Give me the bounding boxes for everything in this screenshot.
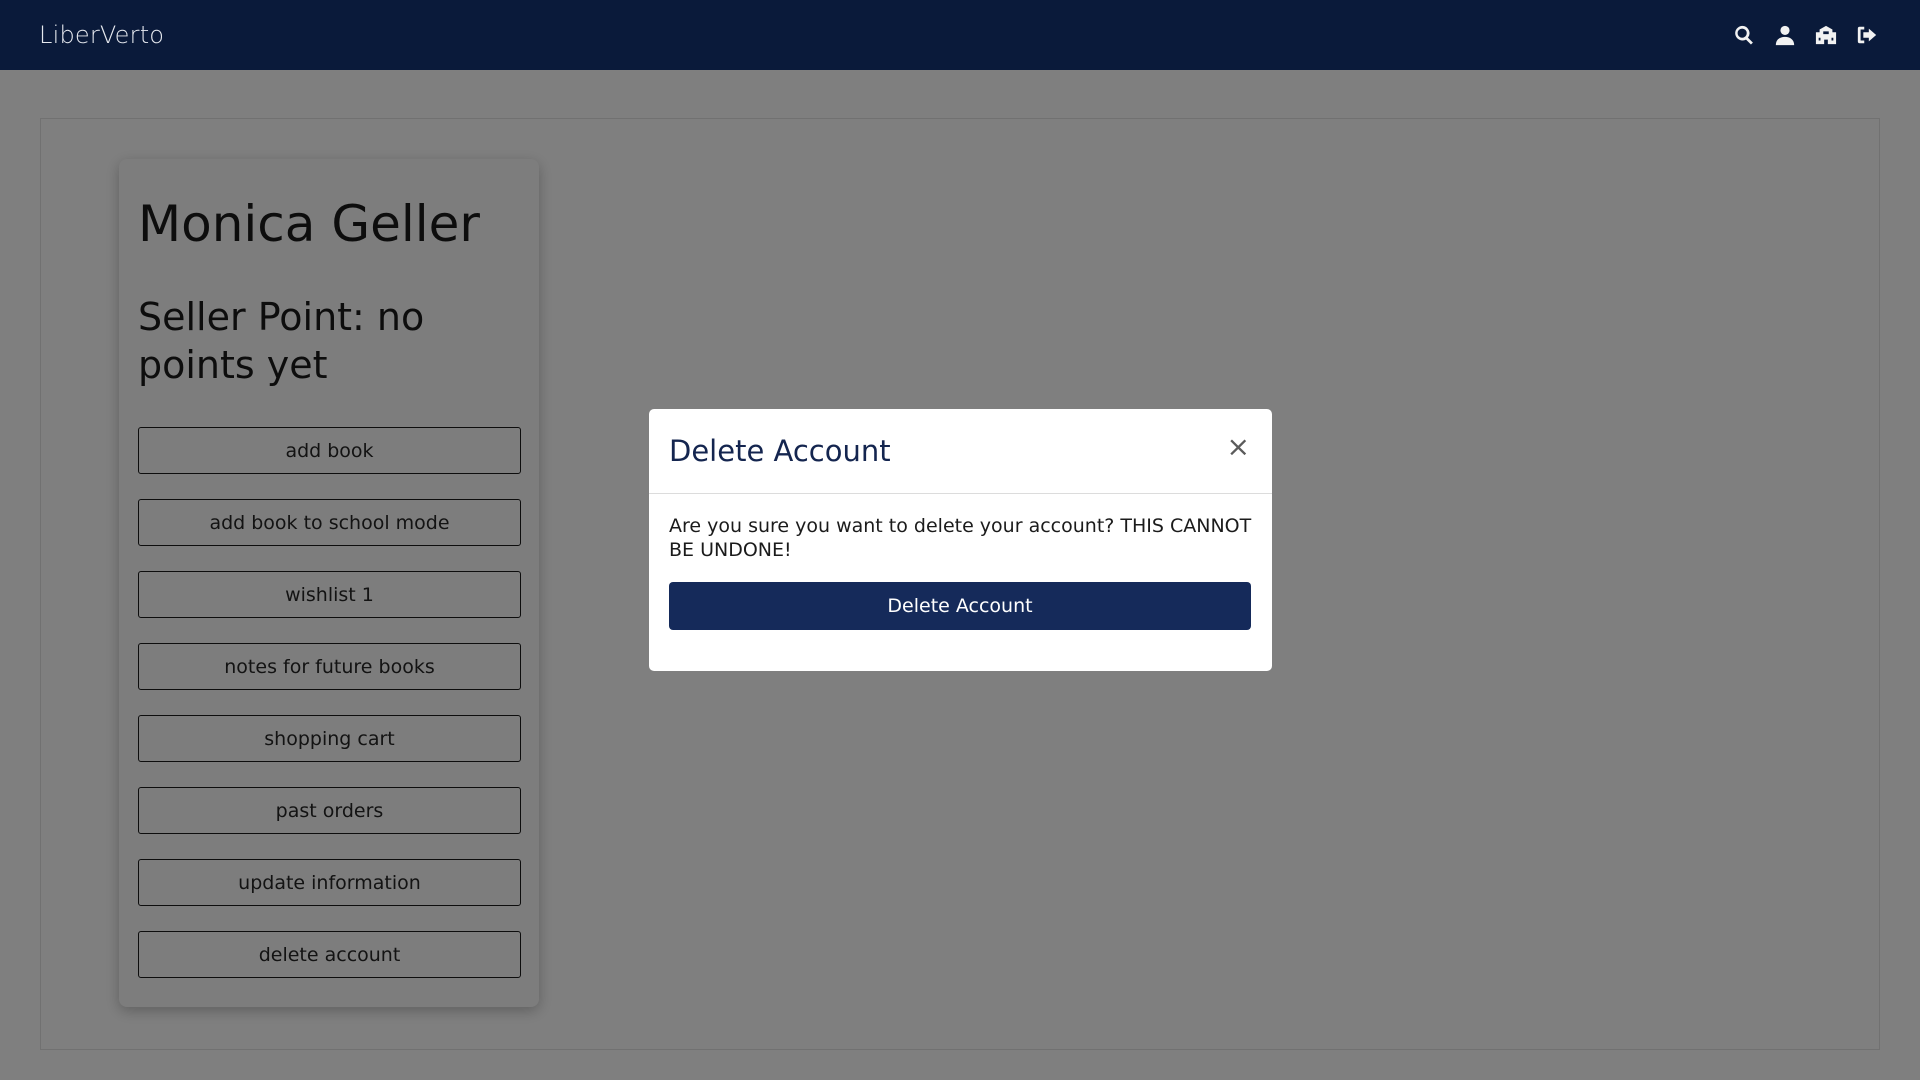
close-icon[interactable]: × — [1227, 433, 1250, 461]
modal-body: Are you sure you want to delete your acc… — [649, 494, 1272, 630]
delete-account-modal: Delete Account × Are you sure you want t… — [649, 409, 1272, 671]
school-icon[interactable] — [1815, 24, 1837, 46]
search-icon[interactable] — [1733, 24, 1755, 46]
top-navbar: LiberVerto — [0, 0, 1920, 70]
user-icon[interactable] — [1774, 24, 1796, 46]
modal-header: Delete Account × — [649, 409, 1272, 494]
sign-out-icon[interactable] — [1856, 24, 1878, 46]
confirm-delete-account-button[interactable]: Delete Account — [669, 582, 1251, 630]
brand-logo[interactable]: LiberVerto — [39, 21, 164, 49]
modal-title: Delete Account — [669, 434, 891, 468]
nav-icons — [1733, 24, 1878, 46]
modal-message: Are you sure you want to delete your acc… — [669, 515, 1252, 561]
